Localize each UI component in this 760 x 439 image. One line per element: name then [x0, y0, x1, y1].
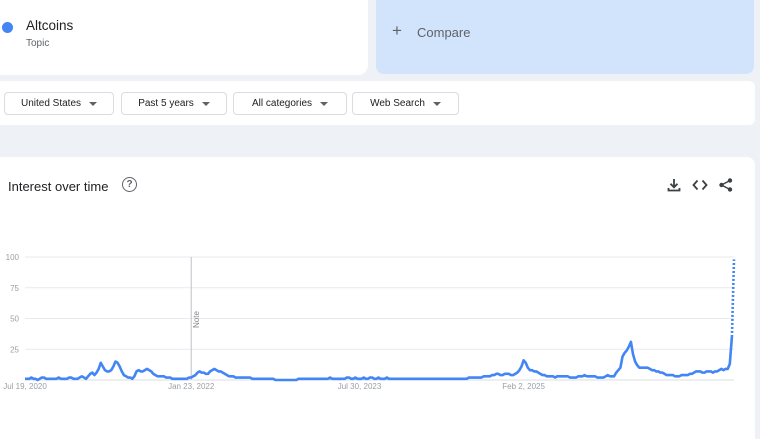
chevron-down-icon	[320, 101, 329, 106]
plus-icon: +	[392, 21, 402, 40]
x-tick-label: Jul 30, 2023	[338, 382, 382, 391]
region-filter-label: United States	[20, 98, 82, 109]
compare-button[interactable]: + Compare	[376, 0, 754, 74]
time-range-filter-label: Past 5 years	[138, 98, 194, 109]
interest-line-chart: 25 50 75 100 Jul 19, 2020 Jan 23, 2022 Jul 30,…	[3, 253, 736, 391]
search-term-name[interactable]: Altcoins	[26, 18, 73, 33]
chevron-down-icon	[201, 101, 210, 106]
y-tick-label: 75	[10, 284, 19, 293]
x-tick-label: Jan 23, 2022	[168, 382, 215, 391]
chevron-down-icon	[89, 101, 98, 106]
region-filter-dropdown[interactable]: United States	[4, 92, 114, 115]
search-term-card[interactable]: Altcoins Topic	[0, 0, 368, 75]
interest-over-time-card: Interest over time ? 25 50 75 100 Jul 19, 20…	[0, 157, 755, 439]
search-type-filter-label: Web Search	[370, 98, 425, 109]
series-partial-dotted-line	[730, 259, 736, 337]
time-range-filter-dropdown[interactable]: Past 5 years	[121, 92, 227, 115]
category-filter-label: All categories	[251, 98, 313, 109]
x-tick-label: Feb 2, 2025	[502, 382, 545, 391]
y-tick-label: 25	[10, 345, 19, 354]
compare-label: Compare	[417, 25, 471, 40]
series-line	[25, 336, 734, 382]
search-type-filter-dropdown[interactable]: Web Search	[352, 92, 459, 115]
y-tick-label: 50	[10, 315, 19, 324]
term-color-dot	[2, 22, 13, 33]
search-term-type: Topic	[26, 38, 50, 49]
category-filter-dropdown[interactable]: All categories	[233, 92, 347, 115]
y-tick-label: 100	[6, 253, 20, 262]
note-label: Note	[192, 311, 201, 328]
filter-bar: United States Past 5 years All categorie…	[0, 81, 755, 125]
x-tick-label: Jul 19, 2020	[3, 382, 47, 391]
chevron-down-icon	[432, 101, 441, 106]
